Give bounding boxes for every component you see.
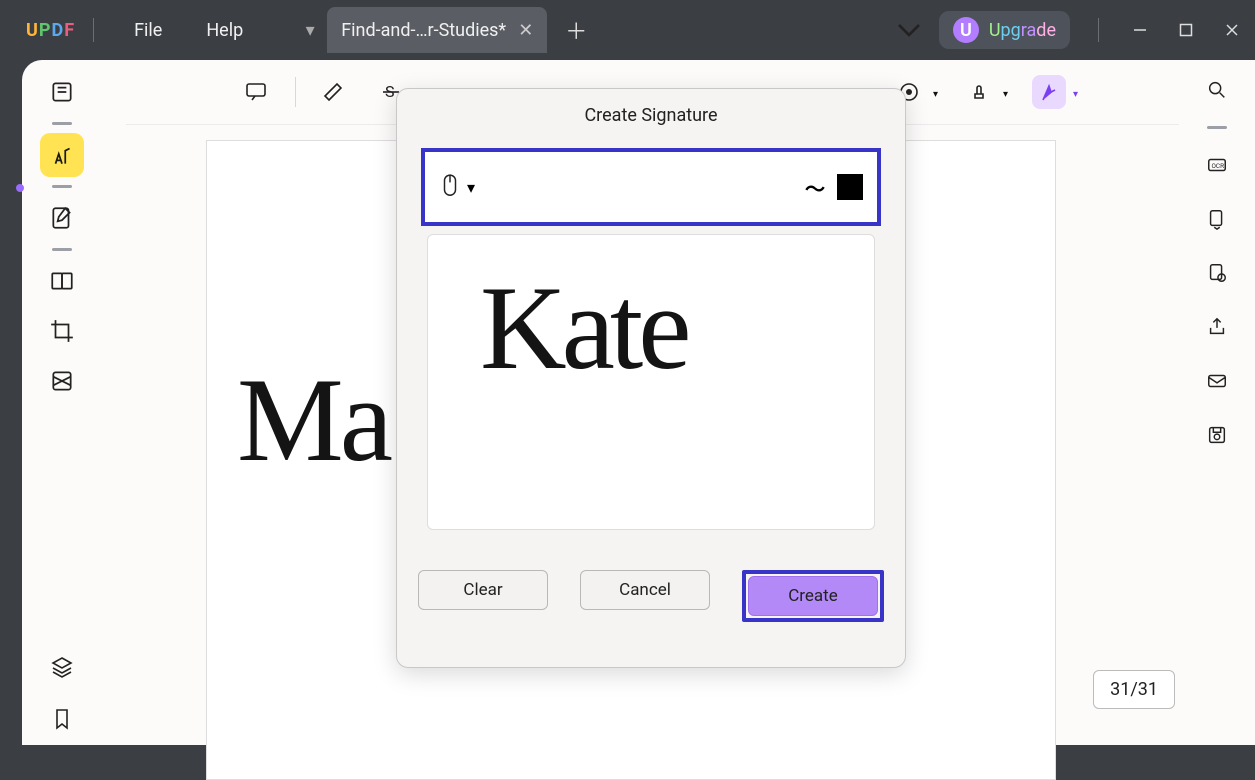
- menu-help[interactable]: Help: [206, 20, 243, 41]
- new-tab-button[interactable]: ＋: [553, 7, 599, 53]
- input-mode-dropdown[interactable]: ▾: [439, 173, 475, 201]
- tabs-chevron-icon[interactable]: [889, 10, 929, 50]
- menu-file[interactable]: File: [134, 20, 162, 41]
- window-minimize-button[interactable]: [1117, 10, 1163, 50]
- rail-separator: [52, 185, 72, 188]
- dialog-buttons: Clear Cancel Create: [418, 570, 884, 622]
- comment-button[interactable]: [239, 75, 273, 109]
- app-surface: OCR S ▾ ▾ ▾ Ma 31/31 Create Signature: [22, 60, 1255, 745]
- create-button[interactable]: Create: [748, 576, 878, 616]
- window-close-button[interactable]: [1209, 10, 1255, 50]
- upgrade-label: Upgrade: [989, 20, 1056, 41]
- rail-separator: [52, 248, 72, 251]
- drawn-signature: Kate: [480, 259, 687, 397]
- tab-title: Find-and-…r-Studies*: [341, 20, 506, 41]
- highlighter-button[interactable]: [318, 75, 352, 109]
- stroke-thickness-button[interactable]: 〜: [805, 173, 825, 202]
- upgrade-badge: U: [953, 17, 979, 43]
- search-button[interactable]: [1197, 70, 1237, 110]
- reader-mode-button[interactable]: [40, 70, 84, 114]
- annotate-mode-button[interactable]: [40, 133, 84, 177]
- stroke-color-swatch[interactable]: [837, 174, 863, 200]
- divider: [1098, 18, 1099, 42]
- page-organizer-button[interactable]: [40, 259, 84, 303]
- tab-active[interactable]: Find-and-…r-Studies* ✕: [327, 7, 547, 53]
- share-button[interactable]: [1197, 307, 1237, 347]
- document-area: S ▾ ▾ ▾ Ma 31/31 Create Signature ▾ 〜: [126, 60, 1179, 745]
- right-rail: OCR: [1189, 70, 1245, 745]
- protect-button[interactable]: [1197, 253, 1237, 293]
- page-indicator[interactable]: 31/31: [1093, 670, 1175, 709]
- convert-button[interactable]: [1197, 199, 1237, 239]
- svg-text:OCR: OCR: [1212, 162, 1225, 170]
- tab-list-dropdown[interactable]: ▾: [295, 7, 325, 53]
- tab-strip: ▾ Find-and-…r-Studies* ✕ ＋: [295, 0, 599, 60]
- divider: [93, 18, 94, 42]
- signature-button[interactable]: ▾: [1032, 75, 1066, 109]
- left-rail-bottom: [22, 655, 102, 735]
- edit-mode-button[interactable]: [40, 196, 84, 240]
- upgrade-button[interactable]: U Upgrade: [939, 11, 1070, 49]
- existing-handwriting: Ma: [237, 351, 389, 489]
- clear-button[interactable]: Clear: [418, 570, 548, 610]
- redact-button[interactable]: [40, 359, 84, 403]
- rail-separator: [52, 122, 72, 125]
- cancel-button[interactable]: Cancel: [580, 570, 710, 610]
- app-logo: UPDF: [26, 20, 75, 41]
- bookmark-icon[interactable]: [50, 707, 74, 735]
- save-button[interactable]: [1197, 415, 1237, 455]
- stamp-dropdown[interactable]: ▾: [962, 75, 996, 109]
- signature-canvas[interactable]: Kate: [427, 234, 875, 530]
- create-button-highlight: Create: [742, 570, 884, 622]
- chevron-down-icon: ▾: [467, 178, 475, 197]
- create-signature-dialog: Create Signature ▾ 〜 Kate Clear Cancel C…: [396, 88, 906, 668]
- ocr-button[interactable]: OCR: [1197, 145, 1237, 185]
- close-icon[interactable]: ✕: [518, 20, 533, 41]
- dialog-title: Create Signature: [584, 105, 717, 126]
- left-rail: [22, 70, 102, 745]
- signature-tool-row: ▾ 〜: [421, 148, 881, 226]
- toolbar-separator: [295, 77, 296, 107]
- crop-button[interactable]: [40, 309, 84, 353]
- rail-separator: [1207, 126, 1227, 129]
- titlebar: UPDF File Help ▾ Find-and-…r-Studies* ✕ …: [0, 0, 1255, 60]
- email-button[interactable]: [1197, 361, 1237, 401]
- layers-icon[interactable]: [50, 655, 74, 683]
- window-maximize-button[interactable]: [1163, 10, 1209, 50]
